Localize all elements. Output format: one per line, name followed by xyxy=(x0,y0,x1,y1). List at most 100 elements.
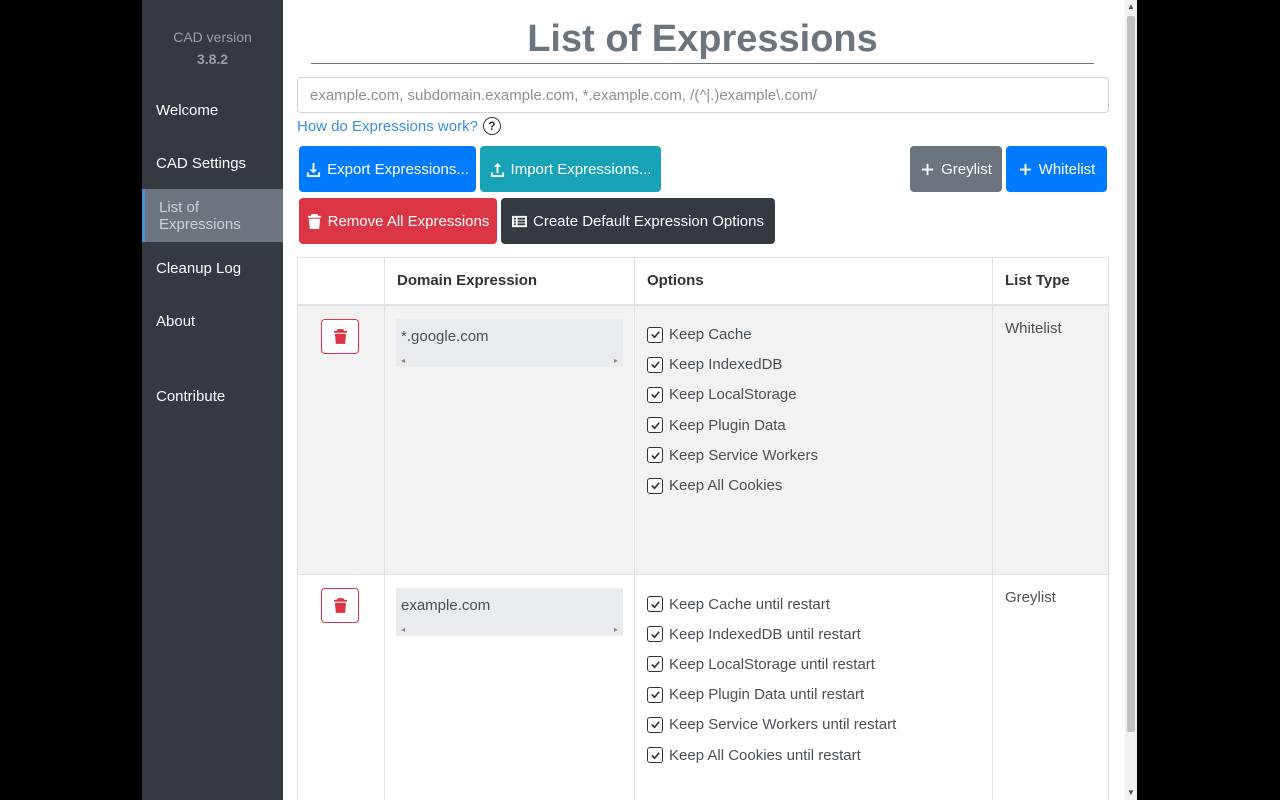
scroll-right-icon[interactable]: ▸ xyxy=(614,356,618,365)
domain-cell: *.google.com ◂ ▸ xyxy=(384,304,635,575)
sidebar-item-contribute[interactable]: Contribute xyxy=(142,370,283,423)
option-item[interactable]: Keep IndexedDB xyxy=(647,350,992,380)
page-title: List of Expressions xyxy=(311,16,1094,64)
option-label: Keep IndexedDB xyxy=(669,356,783,374)
add-greylist-button[interactable]: Greylist xyxy=(910,146,1002,192)
checkbox-checked-icon[interactable] xyxy=(647,326,663,343)
checkbox-checked-icon[interactable] xyxy=(647,747,663,764)
option-label: Keep Service Workers xyxy=(669,446,818,464)
sidebar: CAD version 3.8.2 Welcome CAD Settings L… xyxy=(142,0,283,800)
domain-expression-value: *.google.com xyxy=(401,327,489,345)
header-options: Options xyxy=(634,257,993,306)
option-item[interactable]: Keep All Cookies xyxy=(647,470,992,500)
sidebar-item-about[interactable]: About xyxy=(142,295,283,348)
scroll-left-icon[interactable]: ◂ xyxy=(401,356,405,365)
table-header-row: Domain Expression Options List Type xyxy=(297,257,1109,306)
options-cell: Keep Cache until restart Keep IndexedDB … xyxy=(634,574,993,800)
table-row: *.google.com ◂ ▸ Keep Cache Keep Indexed… xyxy=(297,304,1109,575)
trash-icon xyxy=(333,328,347,344)
domain-expression-field[interactable]: *.google.com ◂ ▸ xyxy=(396,318,623,367)
checkbox-checked-icon[interactable] xyxy=(647,386,663,403)
header-list-type: List Type xyxy=(992,257,1109,306)
plus-icon xyxy=(921,163,934,175)
option-item[interactable]: Keep Plugin Data until restart xyxy=(647,680,992,710)
delete-cell xyxy=(297,304,385,575)
option-label: Keep Plugin Data until restart xyxy=(669,686,865,704)
option-label: Keep Cache xyxy=(669,326,752,344)
upload-icon xyxy=(490,162,504,177)
download-icon xyxy=(307,162,321,177)
domain-expression-value: example.com xyxy=(401,597,491,614)
export-expressions-label: Export Expressions... xyxy=(327,160,469,178)
list-icon xyxy=(512,215,528,227)
delete-cell xyxy=(297,574,385,800)
add-greylist-label: Greylist xyxy=(941,160,992,178)
main-content: List of Expressions How do Expressions w… xyxy=(283,0,1125,800)
version-label: CAD version xyxy=(173,29,252,45)
scroll-down-icon[interactable]: ▼ xyxy=(1125,786,1137,800)
question-circle-icon: ? xyxy=(482,117,501,135)
option-item[interactable]: Keep Plugin Data xyxy=(647,410,992,440)
options-cell: Keep Cache Keep IndexedDB Keep LocalStor… xyxy=(634,304,993,575)
sidebar-item-cad-settings[interactable]: CAD Settings xyxy=(142,137,283,190)
option-label: Keep All Cookies xyxy=(669,477,783,495)
checkbox-checked-icon[interactable] xyxy=(647,477,663,494)
delete-expression-button[interactable] xyxy=(321,588,359,623)
expressions-table: Domain Expression Options List Type *.go… xyxy=(297,257,1109,800)
checkbox-checked-icon[interactable] xyxy=(647,356,663,373)
import-expressions-label: Import Expressions... xyxy=(510,160,652,178)
checkbox-checked-icon[interactable] xyxy=(647,447,663,464)
list-type-cell: Greylist xyxy=(992,574,1109,800)
delete-expression-button[interactable] xyxy=(321,318,359,354)
scrollbar-thumb[interactable] xyxy=(1127,16,1135,732)
option-label: Keep Service Workers until restart xyxy=(669,716,897,734)
create-default-expression-options-label: Create Default Expression Options xyxy=(533,212,764,230)
scroll-up-icon[interactable]: ▲ xyxy=(1125,0,1137,14)
option-item[interactable]: Keep Service Workers xyxy=(647,440,992,470)
checkbox-checked-icon[interactable] xyxy=(647,596,663,613)
checkbox-checked-icon[interactable] xyxy=(647,686,663,703)
import-expressions-button[interactable]: Import Expressions... xyxy=(480,146,661,192)
checkbox-checked-icon[interactable] xyxy=(647,417,663,434)
table-row: example.com ◂ ▸ Keep Cache until restart… xyxy=(297,574,1109,800)
option-item[interactable]: Keep LocalStorage xyxy=(647,380,992,410)
list-type-cell: Whitelist xyxy=(992,304,1109,575)
option-label: Keep All Cookies until restart xyxy=(669,746,861,764)
add-whitelist-button[interactable]: Whitelist xyxy=(1006,146,1107,192)
page-scrollbar[interactable]: ▲ ▼ xyxy=(1125,0,1137,800)
option-label: Keep Cache until restart xyxy=(669,595,830,613)
scroll-right-icon[interactable]: ▸ xyxy=(614,625,618,634)
scroll-left-icon[interactable]: ◂ xyxy=(401,625,405,634)
header-delete xyxy=(297,257,385,306)
sidebar-item-list-of-expressions[interactable]: List of Expressions xyxy=(142,189,283,242)
version-number: 3.8.2 xyxy=(196,51,229,67)
header-domain-expression: Domain Expression xyxy=(384,257,635,306)
option-item[interactable]: Keep Cache xyxy=(647,320,992,350)
option-item[interactable]: Keep Cache until restart xyxy=(647,589,992,619)
add-whitelist-label: Whitelist xyxy=(1038,160,1096,178)
option-item[interactable]: Keep All Cookies until restart xyxy=(647,740,992,770)
export-expressions-button[interactable]: Export Expressions... xyxy=(299,146,476,192)
checkbox-checked-icon[interactable] xyxy=(647,656,663,673)
domain-cell: example.com ◂ ▸ xyxy=(384,574,635,800)
option-item[interactable]: Keep Service Workers until restart xyxy=(647,710,992,740)
checkbox-checked-icon[interactable] xyxy=(647,626,663,643)
option-label: Keep IndexedDB until restart xyxy=(669,625,861,643)
trash-icon xyxy=(307,213,321,229)
domain-expression-field[interactable]: example.com ◂ ▸ xyxy=(396,588,623,636)
option-label: Keep LocalStorage xyxy=(669,386,797,404)
help-link[interactable]: How do Expressions work? ? xyxy=(297,117,501,135)
expression-input[interactable] xyxy=(297,77,1109,113)
plus-icon xyxy=(1019,163,1031,175)
option-item[interactable]: Keep LocalStorage until restart xyxy=(647,649,992,679)
trash-icon xyxy=(333,598,347,613)
version-info: CAD version 3.8.2 xyxy=(142,0,283,70)
option-item[interactable]: Keep IndexedDB until restart xyxy=(647,619,992,649)
create-default-expression-options-button[interactable]: Create Default Expression Options xyxy=(501,198,775,244)
remove-all-expressions-button[interactable]: Remove All Expressions xyxy=(299,198,497,244)
option-label: Keep LocalStorage until restart xyxy=(669,655,875,673)
sidebar-item-cleanup-log[interactable]: Cleanup Log xyxy=(142,242,283,295)
remove-all-expressions-label: Remove All Expressions xyxy=(327,212,490,230)
sidebar-item-welcome[interactable]: Welcome xyxy=(142,84,283,137)
checkbox-checked-icon[interactable] xyxy=(647,716,663,733)
